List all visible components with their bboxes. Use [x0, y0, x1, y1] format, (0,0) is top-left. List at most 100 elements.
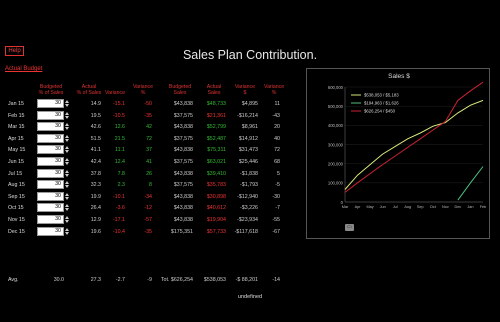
average-row: Avg. 30.0 27.3 -2.7 -9 Tot. $626,254 $53…	[0, 277, 500, 287]
header-actual-sales: Actual Sales	[206, 84, 222, 96]
actual-pct-cell: 12.9	[90, 217, 101, 223]
budgeted-pct-input[interactable]: 30	[37, 203, 64, 213]
y-tick-label: 200,000	[328, 161, 344, 166]
variance-pct-sales-cell: 11	[274, 101, 281, 107]
x-tick-label: Dec	[455, 205, 462, 209]
actual-pct-cell: 26.4	[90, 205, 101, 212]
avg-variance-pct: -9	[147, 277, 152, 283]
spinner-icon[interactable]	[65, 216, 69, 224]
variance-pct-cell: -57	[144, 217, 152, 223]
variance-pct-sales-cell: 5	[277, 170, 280, 177]
spinner-icon[interactable]	[65, 204, 69, 212]
budgeted-pct-input[interactable]: 30	[37, 110, 64, 120]
budgeted-sales-cell: $43,838	[173, 217, 193, 223]
y-tick-label: 600,000	[328, 85, 344, 90]
variance-pct-sales-cell: -43	[272, 112, 280, 119]
x-tick-label: Nov	[442, 205, 449, 209]
legend-label: $538,053 / $5,183	[364, 93, 399, 98]
actual-pct-cell: 32.3	[90, 182, 101, 189]
spinner-icon[interactable]	[65, 169, 69, 178]
budgeted-sales-cell: $43,838	[173, 170, 193, 177]
actual-sales-cell: $21,361	[206, 112, 226, 119]
x-tick-label: Jun	[380, 205, 386, 209]
x-tick-label: May	[366, 205, 373, 209]
actual-pct-cell: 41.1	[90, 147, 101, 154]
avg-variance: -2.7	[115, 277, 125, 283]
variance-cell: 2.3	[117, 182, 125, 189]
variance-dollar-cell: -$3,226	[240, 205, 258, 212]
x-tick-label: Oct	[430, 205, 437, 209]
actual-sales-cell: $30,898	[206, 193, 226, 200]
budgeted-sales-cell: $43,838	[173, 205, 193, 212]
budgeted-pct-input[interactable]: 30	[37, 99, 64, 108]
x-tick-label: Aug	[404, 205, 411, 209]
variance-dollar-cell: -$1,838	[240, 170, 258, 177]
actual-sales-cell: $52,799	[206, 124, 226, 131]
budgeted-pct-input[interactable]: 30	[37, 133, 64, 143]
budgeted-pct-input[interactable]: 30	[37, 122, 64, 132]
variance-pct-cell: -34	[144, 193, 152, 200]
budgeted-sales-cell: $175,351	[170, 228, 193, 235]
budgeted-pct-input[interactable]: 30	[37, 215, 64, 224]
sales-chart-panel: Sales $0 100,000 200,000 300,000 400,000 500,…	[306, 68, 490, 239]
spinner-icon[interactable]	[65, 146, 69, 154]
spinner-icon[interactable]	[65, 123, 69, 131]
spinner-icon[interactable]	[65, 158, 69, 166]
variance-pct-cell: 41	[146, 159, 152, 165]
variance-pct-sales-cell: -55	[272, 217, 280, 223]
x-tick-label: Mar	[342, 205, 349, 209]
month-label: May 15	[8, 147, 26, 154]
budgeted-pct-input[interactable]: 30	[37, 191, 64, 201]
actual-budget-link[interactable]: Actual Budget	[5, 66, 42, 72]
variance-cell: -3.6	[115, 205, 125, 212]
actual-sales-cell: $39,410	[206, 170, 226, 177]
actual-sales-cell: $40,612	[206, 205, 226, 212]
actual-sales-cell: $75,311	[207, 147, 226, 154]
budgeted-pct-input[interactable]: 30	[37, 157, 64, 166]
variance-pct-sales-cell: 20	[274, 124, 280, 131]
variance-cell: 12.6	[114, 124, 125, 131]
variance-pct-cell: -35	[144, 228, 152, 235]
spinner-icon[interactable]	[65, 100, 69, 108]
budgeted-pct-input[interactable]: 30	[37, 180, 64, 190]
month-label: Apr 15	[8, 135, 24, 142]
spinner-icon[interactable]	[65, 111, 69, 120]
variance-pct-cell: -50	[144, 101, 152, 107]
variance-dollar-cell: -$117,618	[234, 228, 258, 235]
actual-pct-cell: 37.8	[90, 170, 101, 177]
variance-dollar-cell: $4,895	[241, 101, 258, 107]
spinner-icon[interactable]	[65, 134, 69, 143]
x-tick-label: Sep	[417, 205, 424, 209]
spinner-icon[interactable]	[65, 227, 69, 236]
budgeted-pct-input[interactable]: 30	[37, 168, 64, 178]
budgeted-pct-input[interactable]: 30	[37, 226, 64, 236]
y-tick-label: 100,000	[328, 181, 344, 186]
variance-pct-sales-cell: -30	[272, 193, 280, 200]
spinner-icon[interactable]	[65, 181, 69, 189]
variance-cell: -10.5	[112, 112, 125, 119]
budgeted-pct-input[interactable]: 30	[37, 145, 64, 155]
variance-pct-cell: 37	[146, 147, 152, 154]
total-variance-dollar: -$ 88,201	[235, 277, 258, 283]
header-variance-pct: Variance%	[132, 84, 154, 96]
avg-actual-pct: 27.3	[90, 277, 101, 283]
month-label: Jun 15	[8, 159, 24, 165]
budgeted-sales-cell: $37,575	[173, 112, 193, 119]
month-label: Jan 15	[8, 101, 24, 107]
month-label: Feb 15	[8, 112, 25, 119]
variance-cell: -10.4	[112, 228, 125, 235]
actual-sales-cell: $57,733	[206, 228, 226, 235]
chart-toggle-button[interactable]: ▭	[345, 224, 354, 231]
variance-dollar-cell: -$23,934	[237, 217, 258, 223]
actual-pct-cell: 42.6	[90, 124, 101, 131]
budgeted-sales-cell: $43,838	[173, 124, 193, 131]
variance-pct-sales-cell: 40	[274, 135, 280, 142]
actual-sales-cell: $19,904	[206, 217, 226, 223]
header-actual-pct: Actual% of Sales	[76, 84, 102, 96]
header-budgeted-pct: Budgeted% of Sales	[38, 84, 64, 96]
chart-title: Sales $	[388, 73, 410, 80]
series-line	[344, 81, 484, 193]
actual-sales-cell: $63,021	[206, 159, 226, 165]
legend-label: $626,254 / $450	[364, 109, 396, 114]
spinner-icon[interactable]	[65, 192, 69, 201]
